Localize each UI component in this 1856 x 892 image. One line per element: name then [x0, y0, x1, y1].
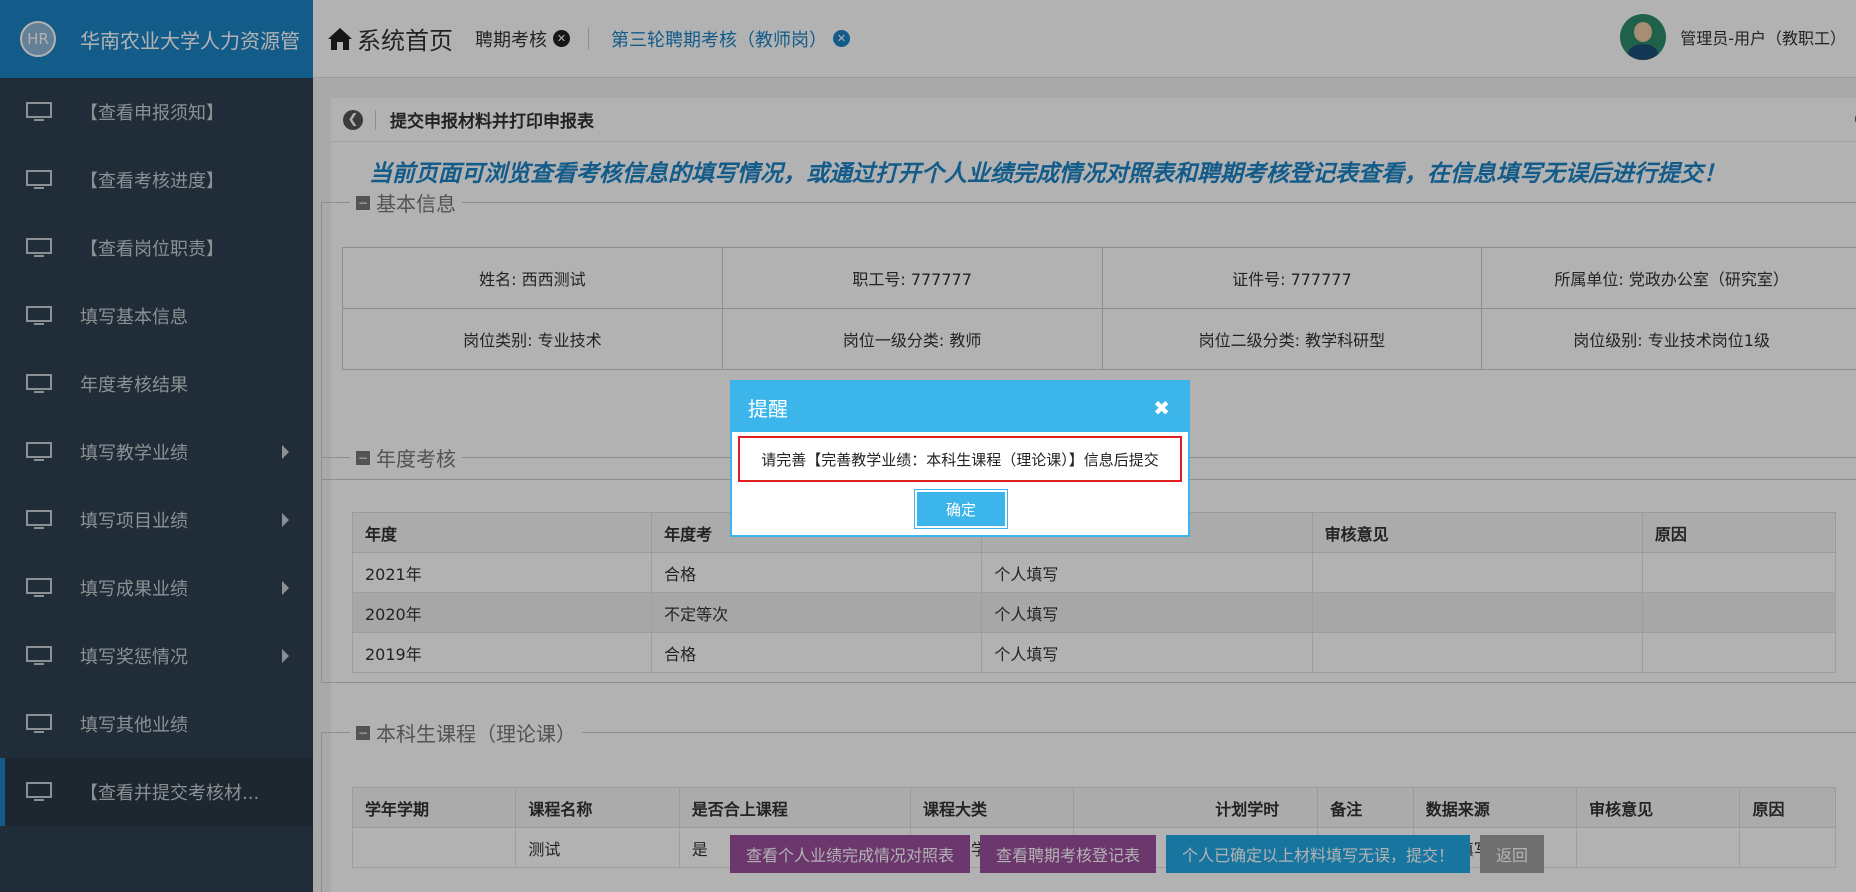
close-icon[interactable]: ✖: [1153, 396, 1170, 420]
dialog-title: 提醒: [748, 396, 788, 421]
reminder-dialog: 提醒 ✖ 请完善【完善教学业绩：本科生课程（理论课）】信息后提交 确定: [730, 380, 1190, 537]
confirm-button[interactable]: 确定: [914, 489, 1008, 529]
dialog-header: 提醒 ✖: [732, 382, 1188, 432]
dialog-message: 请完善【完善教学业绩：本科生课程（理论课）】信息后提交: [738, 436, 1182, 482]
